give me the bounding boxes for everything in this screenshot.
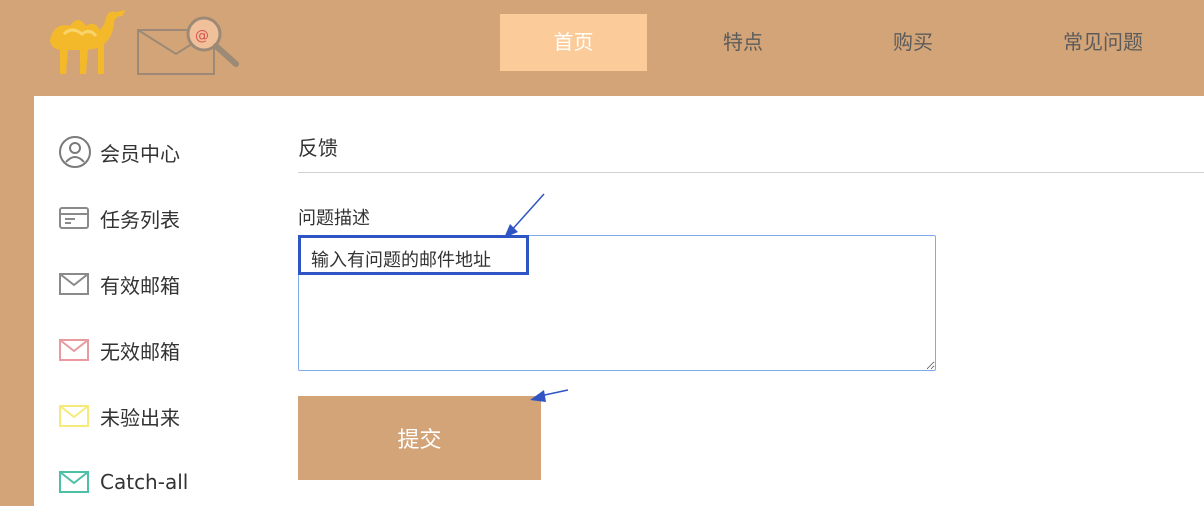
sidebar-item-label: 任务列表	[100, 207, 180, 232]
problem-description-textarea[interactable]: 输入有问题的邮件地址	[298, 235, 936, 371]
header: @ 首页 特点 购买 常见问题	[0, 0, 1204, 96]
task-list-icon	[58, 203, 94, 233]
mail-icon	[58, 269, 94, 299]
nav-buy[interactable]: 购买	[838, 14, 988, 71]
sidebar-item-invalid-mail[interactable]: 无效邮箱	[58, 332, 180, 368]
sidebar-item-label: 无效邮箱	[100, 339, 180, 364]
problem-description-label: 问题描述	[298, 208, 370, 229]
sidebar-item-label: 会员中心	[100, 141, 180, 166]
logo: @	[50, 10, 239, 75]
sidebar-item-member-center[interactable]: 会员中心	[58, 134, 180, 170]
camel-icon	[50, 10, 126, 74]
user-icon	[58, 136, 94, 168]
sidebar-item-task-list[interactable]: 任务列表	[58, 200, 180, 236]
main-panel: 会员中心 任务列表 有效邮箱 无效邮箱 未验出来 Catch-all 反馈 问题…	[34, 96, 1204, 506]
svg-text:@: @	[195, 28, 209, 44]
sidebar-item-label: Catch-all	[100, 470, 189, 494]
nav-home[interactable]: 首页	[500, 14, 647, 71]
nav-features[interactable]: 特点	[668, 14, 818, 71]
sidebar-item-catch-all[interactable]: Catch-all	[58, 464, 188, 500]
sidebar-item-valid-mail[interactable]: 有效邮箱	[58, 266, 180, 302]
submit-button[interactable]: 提交	[298, 396, 541, 480]
divider	[298, 172, 1204, 173]
sidebar-item-unverified[interactable]: 未验出来	[58, 398, 180, 434]
sidebar-item-label: 有效邮箱	[100, 273, 180, 298]
mail-icon	[58, 401, 94, 431]
envelope-search-icon: @	[137, 16, 239, 75]
sidebar-item-label: 未验出来	[100, 405, 180, 430]
nav-faq[interactable]: 常见问题	[1020, 14, 1186, 71]
mail-icon	[58, 335, 94, 365]
textarea-wrapper: 输入有问题的邮件地址	[298, 235, 936, 371]
page-title: 反馈	[298, 136, 338, 160]
mail-icon	[58, 467, 94, 497]
